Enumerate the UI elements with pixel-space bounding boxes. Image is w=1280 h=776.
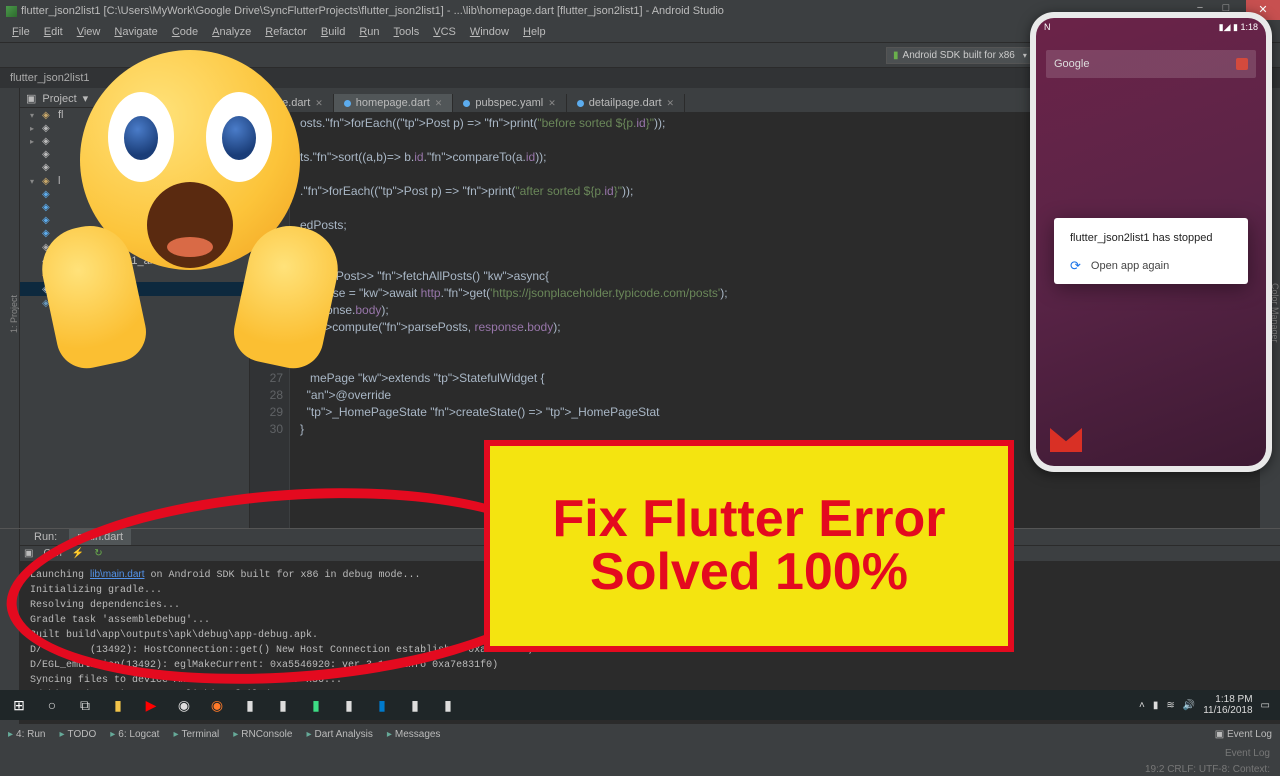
menu-build[interactable]: Build (315, 25, 351, 39)
run-tab-main[interactable]: main.dart (69, 529, 131, 545)
menu-view[interactable]: View (71, 25, 107, 39)
editor-tab[interactable]: pubspec.yaml ✕ (453, 94, 566, 112)
app2-icon[interactable]: ▮ (268, 690, 298, 720)
hot-reload-icon[interactable]: ⚡ (72, 548, 84, 559)
notif-icon: N (1044, 22, 1051, 32)
refresh-icon: ⟳ (1070, 258, 1081, 274)
app-icon (6, 6, 17, 17)
system-tray[interactable]: ˄ ▮ ≋ 🔊 1:18 PM11/16/2018 ▭ (1139, 694, 1276, 716)
emulator-screen[interactable]: N ▮◢ ▮ 1:18 Google flutter_json2list1 ha… (1036, 18, 1266, 466)
app5-icon[interactable]: ▮ (433, 690, 463, 720)
app1-icon[interactable]: ▮ (235, 690, 265, 720)
menu-vcs[interactable]: VCS (427, 25, 462, 39)
project-node[interactable]: ◈pubspec.lock (20, 268, 249, 282)
google-search-bar[interactable]: Google (1046, 50, 1256, 78)
menu-analyze[interactable]: Analyze (206, 25, 257, 39)
project-node[interactable]: ◈flutter_json2list1_andrc (20, 254, 249, 268)
project-node[interactable]: ◈ (20, 201, 249, 214)
menu-code[interactable]: Code (166, 25, 204, 39)
dialog-action[interactable]: ⟳ Open app again (1070, 258, 1232, 274)
emulator-device: N ▮◢ ▮ 1:18 Google flutter_json2list1 ha… (1030, 12, 1272, 472)
project-node[interactable]: ▸◈ (20, 122, 249, 135)
crash-dialog: flutter_json2list1 has stopped ⟳ Open ap… (1054, 218, 1248, 284)
project-node[interactable]: ▾◈fl (20, 108, 249, 122)
device-selector[interactable]: ▮Android SDK built for x86 (886, 47, 1042, 64)
title-overlay: Fix Flutter Error Solved 100% (484, 440, 1014, 652)
project-node[interactable]: ◈ (20, 161, 249, 174)
app3-icon[interactable]: ▮ (334, 690, 364, 720)
bottom-tool[interactable]: ▸4: Run (8, 729, 46, 740)
project-node[interactable]: ◈t1.iml (20, 240, 249, 254)
hot-restart-icon[interactable]: ↻ (94, 548, 102, 559)
editor-tab[interactable]: detailpage.dart ✕ (567, 94, 685, 112)
bottom-tool[interactable]: ▸Messages (387, 729, 441, 740)
status-line: 19:2 CRLF: UTF-8: Context: (0, 762, 1280, 776)
project-node[interactable]: ◈README.md (20, 296, 249, 310)
bottom-tool-bar: ▸4: Run ▸TODO ▸6: Logcat ▸Terminal ▸RNConsol… (0, 724, 1280, 744)
bottom-tool[interactable]: ▸Terminal (173, 729, 219, 740)
menu-run[interactable]: Run (353, 25, 385, 39)
search-placeholder: Google (1054, 58, 1089, 70)
menu-edit[interactable]: Edit (38, 25, 69, 39)
menu-navigate[interactable]: Navigate (108, 25, 163, 39)
menu-file[interactable]: File (6, 25, 36, 39)
editor-tab[interactable]: ne.dart ✕ (254, 94, 334, 112)
breadcrumb[interactable]: flutter_json2list1 (6, 72, 94, 84)
event-log-button[interactable]: Event Log (1225, 748, 1270, 759)
gmail-icon[interactable] (1050, 428, 1082, 452)
signal-icon: ▮◢ ▮ (1219, 22, 1238, 32)
run-label: Run: (26, 529, 65, 545)
chrome-icon[interactable]: ◉ (169, 690, 199, 720)
project-header[interactable]: ▣ Project ▾ (20, 90, 249, 108)
console-subtab[interactable]: Con (43, 548, 61, 559)
mic-icon[interactable] (1236, 58, 1248, 70)
youtube-icon[interactable]: ▶ (136, 690, 166, 720)
bottom-tool[interactable]: ▸RNConsole (233, 729, 292, 740)
project-sidebar: ▣ Project ▾ ▾◈fl▸◈▸◈◈◈▾◈l◈◈◈◈◈t1.iml◈flu… (20, 88, 250, 528)
clock[interactable]: 1:18 PM11/16/2018 (1203, 694, 1252, 716)
project-node[interactable]: ◈ (20, 227, 249, 240)
project-node[interactable]: ◈ (20, 188, 249, 201)
explorer-icon[interactable]: ▮ (103, 690, 133, 720)
terminal-icon[interactable]: ▮ (400, 690, 430, 720)
wifi-icon[interactable]: ≋ (1166, 700, 1174, 711)
androidstudio-icon[interactable]: ▮ (301, 690, 331, 720)
bottom-tool[interactable]: ▸6: Logcat (110, 729, 159, 740)
menu-window[interactable]: Window (464, 25, 515, 39)
left-tool[interactable]: 1: Project (9, 291, 19, 337)
bottom-tool[interactable]: ▸TODO (60, 729, 97, 740)
event-log[interactable]: ▣ Event Log (1215, 729, 1272, 740)
project-node[interactable]: ◈pubspec.yaml (20, 282, 249, 296)
status-bar: Event Log (0, 744, 1280, 762)
editor-tab[interactable]: homepage.dart ✕ (334, 94, 454, 112)
bottom-tool[interactable]: ▸Dart Analysis (306, 729, 372, 740)
windows-taskbar: ⊞ ○ ⧉ ▮ ▶ ◉ ◉ ▮ ▮ ▮ ▮ ▮ ▮ ▮ ˄ ▮ ≋ 🔊 1:18… (0, 690, 1280, 720)
battery-icon[interactable]: ▮ (1153, 700, 1159, 711)
project-node[interactable]: ▾◈l (20, 174, 249, 188)
taskview-button[interactable]: ⧉ (70, 690, 100, 720)
project-node[interactable]: ▸◈ (20, 135, 249, 148)
vscode-icon[interactable]: ▮ (367, 690, 397, 720)
left-tool-strip: 1: Project7: StructureCaptures (0, 88, 20, 528)
window-title: flutter_json2list1 [C:\Users\MyWork\Goog… (21, 5, 724, 17)
firefox-icon[interactable]: ◉ (202, 690, 232, 720)
cortana-button[interactable]: ○ (37, 690, 67, 720)
menu-tools[interactable]: Tools (388, 25, 426, 39)
menu-refactor[interactable]: Refactor (259, 25, 313, 39)
project-node[interactable]: ◈ (20, 214, 249, 227)
volume-icon[interactable]: 🔊 (1183, 700, 1195, 711)
phone-status-bar: N ▮◢ ▮ 1:18 (1036, 18, 1266, 36)
menu-help[interactable]: Help (517, 25, 552, 39)
dialog-title: flutter_json2list1 has stopped (1070, 232, 1232, 244)
status-time: 1:18 (1240, 22, 1258, 32)
notifications-icon[interactable]: ▭ (1261, 700, 1270, 711)
start-button[interactable]: ⊞ (4, 690, 34, 720)
tray-up-icon[interactable]: ˄ (1139, 700, 1145, 711)
project-node[interactable]: ◈ (20, 148, 249, 161)
